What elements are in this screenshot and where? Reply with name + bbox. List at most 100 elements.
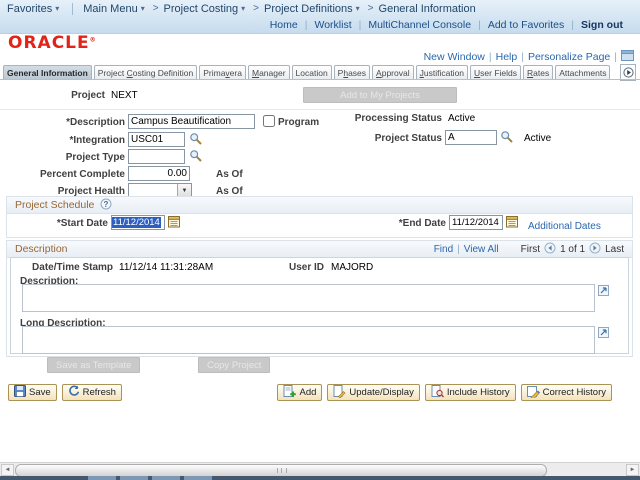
integration-input[interactable] [128,132,185,147]
worklist-link[interactable]: Worklist [314,19,351,31]
sign-out-link[interactable]: Sign out [581,19,623,31]
copy-project-button[interactable]: Copy Project [198,357,270,373]
save-as-template-button[interactable]: Save as Template [47,357,140,373]
horizontal-scrollbar[interactable]: ◄ ► [0,462,640,476]
user-id-label: User ID [289,262,324,273]
end-date-label: *End Date [326,218,446,229]
scroll-right-icon [623,67,634,78]
favorites-menu[interactable]: Favorites [7,3,52,15]
tab-location[interactable]: Location [292,65,332,80]
find-link[interactable]: Find [434,244,453,255]
project-status-lookup-icon[interactable] [500,130,514,144]
portal-links: Home | Worklist | MultiChannel Console |… [0,17,640,32]
main-menu-dropdown-icon[interactable]: ▾ [141,4,145,13]
description-textarea[interactable] [22,284,595,312]
long-description-textarea[interactable] [22,326,595,354]
save-icon [14,385,26,400]
datetime-stamp-label: Date/Time Stamp [10,262,113,273]
percent-complete-input[interactable] [128,166,190,181]
next-row-icon[interactable] [589,242,601,257]
add-to-favorites-link[interactable]: Add to Favorites [488,19,564,31]
tab-general-information[interactable]: General Information [3,65,92,80]
pipe-separator: | [571,19,574,31]
start-date-label: *Start Date [0,218,108,229]
scrollbar-right-arrow-icon[interactable]: ► [626,464,639,476]
separator-line [0,109,640,110]
help-link[interactable]: Help [496,51,518,63]
tab-user-fields[interactable]: User Fields [470,65,521,80]
last-label[interactable]: Last [605,244,624,255]
project-definitions-dropdown-icon[interactable]: ▾ [356,4,360,13]
description-input[interactable] [128,114,255,129]
tab-attachments[interactable]: Attachments [555,65,610,80]
end-date-calendar-icon[interactable] [506,215,520,229]
tab-primavera[interactable]: Primavera [199,65,246,80]
update-display-icon [333,385,346,401]
breadcrumb: Favorites ▾ Main Menu ▾ > Project Costin… [0,0,640,17]
save-button[interactable]: Save [8,384,57,401]
processing-status-value: Active [448,113,475,124]
additional-dates-link[interactable]: Additional Dates [528,221,601,232]
tab-rates[interactable]: Rates [523,65,553,80]
refresh-button[interactable]: Refresh [62,384,122,401]
percent-complete-label: Percent Complete [0,169,125,180]
correct-history-icon [527,385,540,401]
main-menu[interactable]: Main Menu [83,3,137,15]
project-status-input[interactable] [445,130,497,145]
start-date-input[interactable]: 11/12/2014 [111,215,165,230]
tab-bar: General Information Project Costing Defi… [3,63,619,80]
scrollbar-left-arrow-icon[interactable]: ◄ [1,464,14,476]
first-label[interactable]: First [521,244,540,255]
add-icon [283,385,296,401]
add-to-my-projects-button[interactable]: Add to My Projects [303,87,457,103]
copy-url-icon[interactable] [621,50,634,64]
project-status-label: Project Status [317,133,442,144]
expand-description-icon[interactable] [598,285,609,299]
help-icon[interactable]: ? [100,198,112,213]
end-date-input[interactable] [449,215,503,230]
personalize-page-link[interactable]: Personalize Page [528,51,610,63]
home-link[interactable]: Home [270,19,298,31]
taskbar-segments [88,476,216,480]
application-window: Favorites ▾ Main Menu ▾ > Project Costin… [0,0,640,480]
expand-long-description-icon[interactable] [598,327,609,341]
svg-text:?: ? [104,200,109,209]
program-checkbox[interactable] [263,115,275,127]
tab-phases[interactable]: Phases [334,65,370,80]
breadcrumb-separator-icon: > [253,3,259,14]
datetime-stamp-value: 11/12/14 11:31:28AM [119,262,213,273]
portal-header: Favorites ▾ Main Menu ▾ > Project Costin… [0,0,640,34]
breadcrumb-project-definitions[interactable]: Project Definitions [264,3,353,15]
favorites-dropdown-icon[interactable]: ▾ [55,4,59,13]
new-window-link[interactable]: New Window [424,51,485,63]
tab-project-costing-definition[interactable]: Project Costing Definition [94,65,197,80]
previous-row-icon[interactable] [544,242,556,257]
project-value: NEXT [111,90,138,101]
include-history-button[interactable]: Include History [425,384,516,401]
breadcrumb-project-costing[interactable]: Project Costing [164,3,239,15]
add-button[interactable]: Add [277,384,322,401]
breadcrumb-divider [72,3,73,15]
view-all-link[interactable]: View All [464,244,499,255]
start-date-selected-text: 11/12/2014 [112,217,161,228]
breadcrumb-separator-icon: > [153,3,159,14]
update-display-button[interactable]: Update/Display [327,384,419,401]
tab-approval[interactable]: Approval [372,65,414,80]
correct-history-button[interactable]: Correct History [521,384,612,401]
project-type-lookup-icon[interactable] [189,149,203,163]
registered-mark: ® [90,36,96,43]
project-costing-dropdown-icon[interactable]: ▾ [241,4,245,13]
integration-lookup-icon[interactable] [189,132,203,146]
project-schedule-header: Project Schedule ? [7,197,632,214]
multichannel-console-link[interactable]: MultiChannel Console [368,19,471,31]
scrollbar-grip [277,468,287,473]
pipe-separator: | [614,51,617,63]
tab-justification[interactable]: Justification [416,65,468,80]
refresh-icon [68,385,80,400]
start-date-calendar-icon[interactable] [168,215,182,229]
project-status-text: Active [524,133,551,144]
tab-manager[interactable]: Manager [248,65,290,80]
project-type-input[interactable] [128,149,185,164]
program-label: Program [278,117,319,128]
oracle-logo: ORACLE® [8,33,96,53]
